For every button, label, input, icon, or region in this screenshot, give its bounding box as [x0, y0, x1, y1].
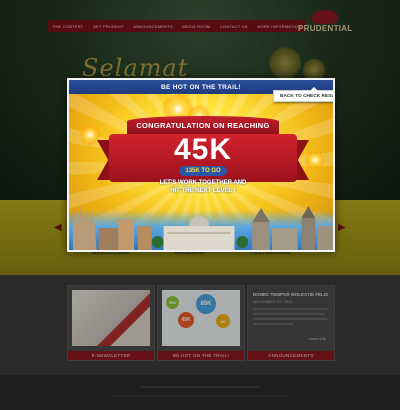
castle-spire-icon [252, 208, 270, 222]
castle-icon [252, 222, 270, 250]
palace-icon [163, 226, 235, 250]
sagrada-familia-icon [72, 206, 97, 250]
to-go-text: 135K TO GO [185, 168, 221, 174]
popup-header-title: BE HOT ON THE TRAIL! [160, 83, 242, 91]
milestone-popup: BE HOT ON THE TRAIL! CONGRATULATION ON R… [67, 78, 335, 252]
building-icon [98, 228, 119, 250]
firework-icon [305, 150, 325, 170]
tower-icon [118, 220, 135, 250]
message-line-2: HIT THE NEXT LEVEL ! [170, 188, 236, 194]
congrats-banner: CONGRATULATION ON REACHING [127, 116, 279, 134]
congrats-text: CONGRATULATION ON REACHING [136, 120, 270, 130]
milestone-number: 45K [173, 133, 233, 166]
landmarks-skyline [72, 206, 333, 250]
message-line-1: LET'S WORK TOGETHER AND [159, 180, 247, 186]
tree-icon [236, 236, 249, 248]
to-go-badge: 135K TO GO [179, 166, 227, 176]
back-to-check-result-button[interactable]: BACK TO CHECK RESULT [273, 87, 333, 102]
castle-icon [317, 226, 333, 250]
firework-icon [79, 124, 101, 146]
castle-icon [301, 218, 316, 250]
column-band [167, 232, 231, 234]
castle-icon [271, 228, 298, 250]
tower-icon [137, 226, 152, 250]
castle-spire-icon [301, 206, 316, 218]
tree-icon [151, 236, 164, 248]
